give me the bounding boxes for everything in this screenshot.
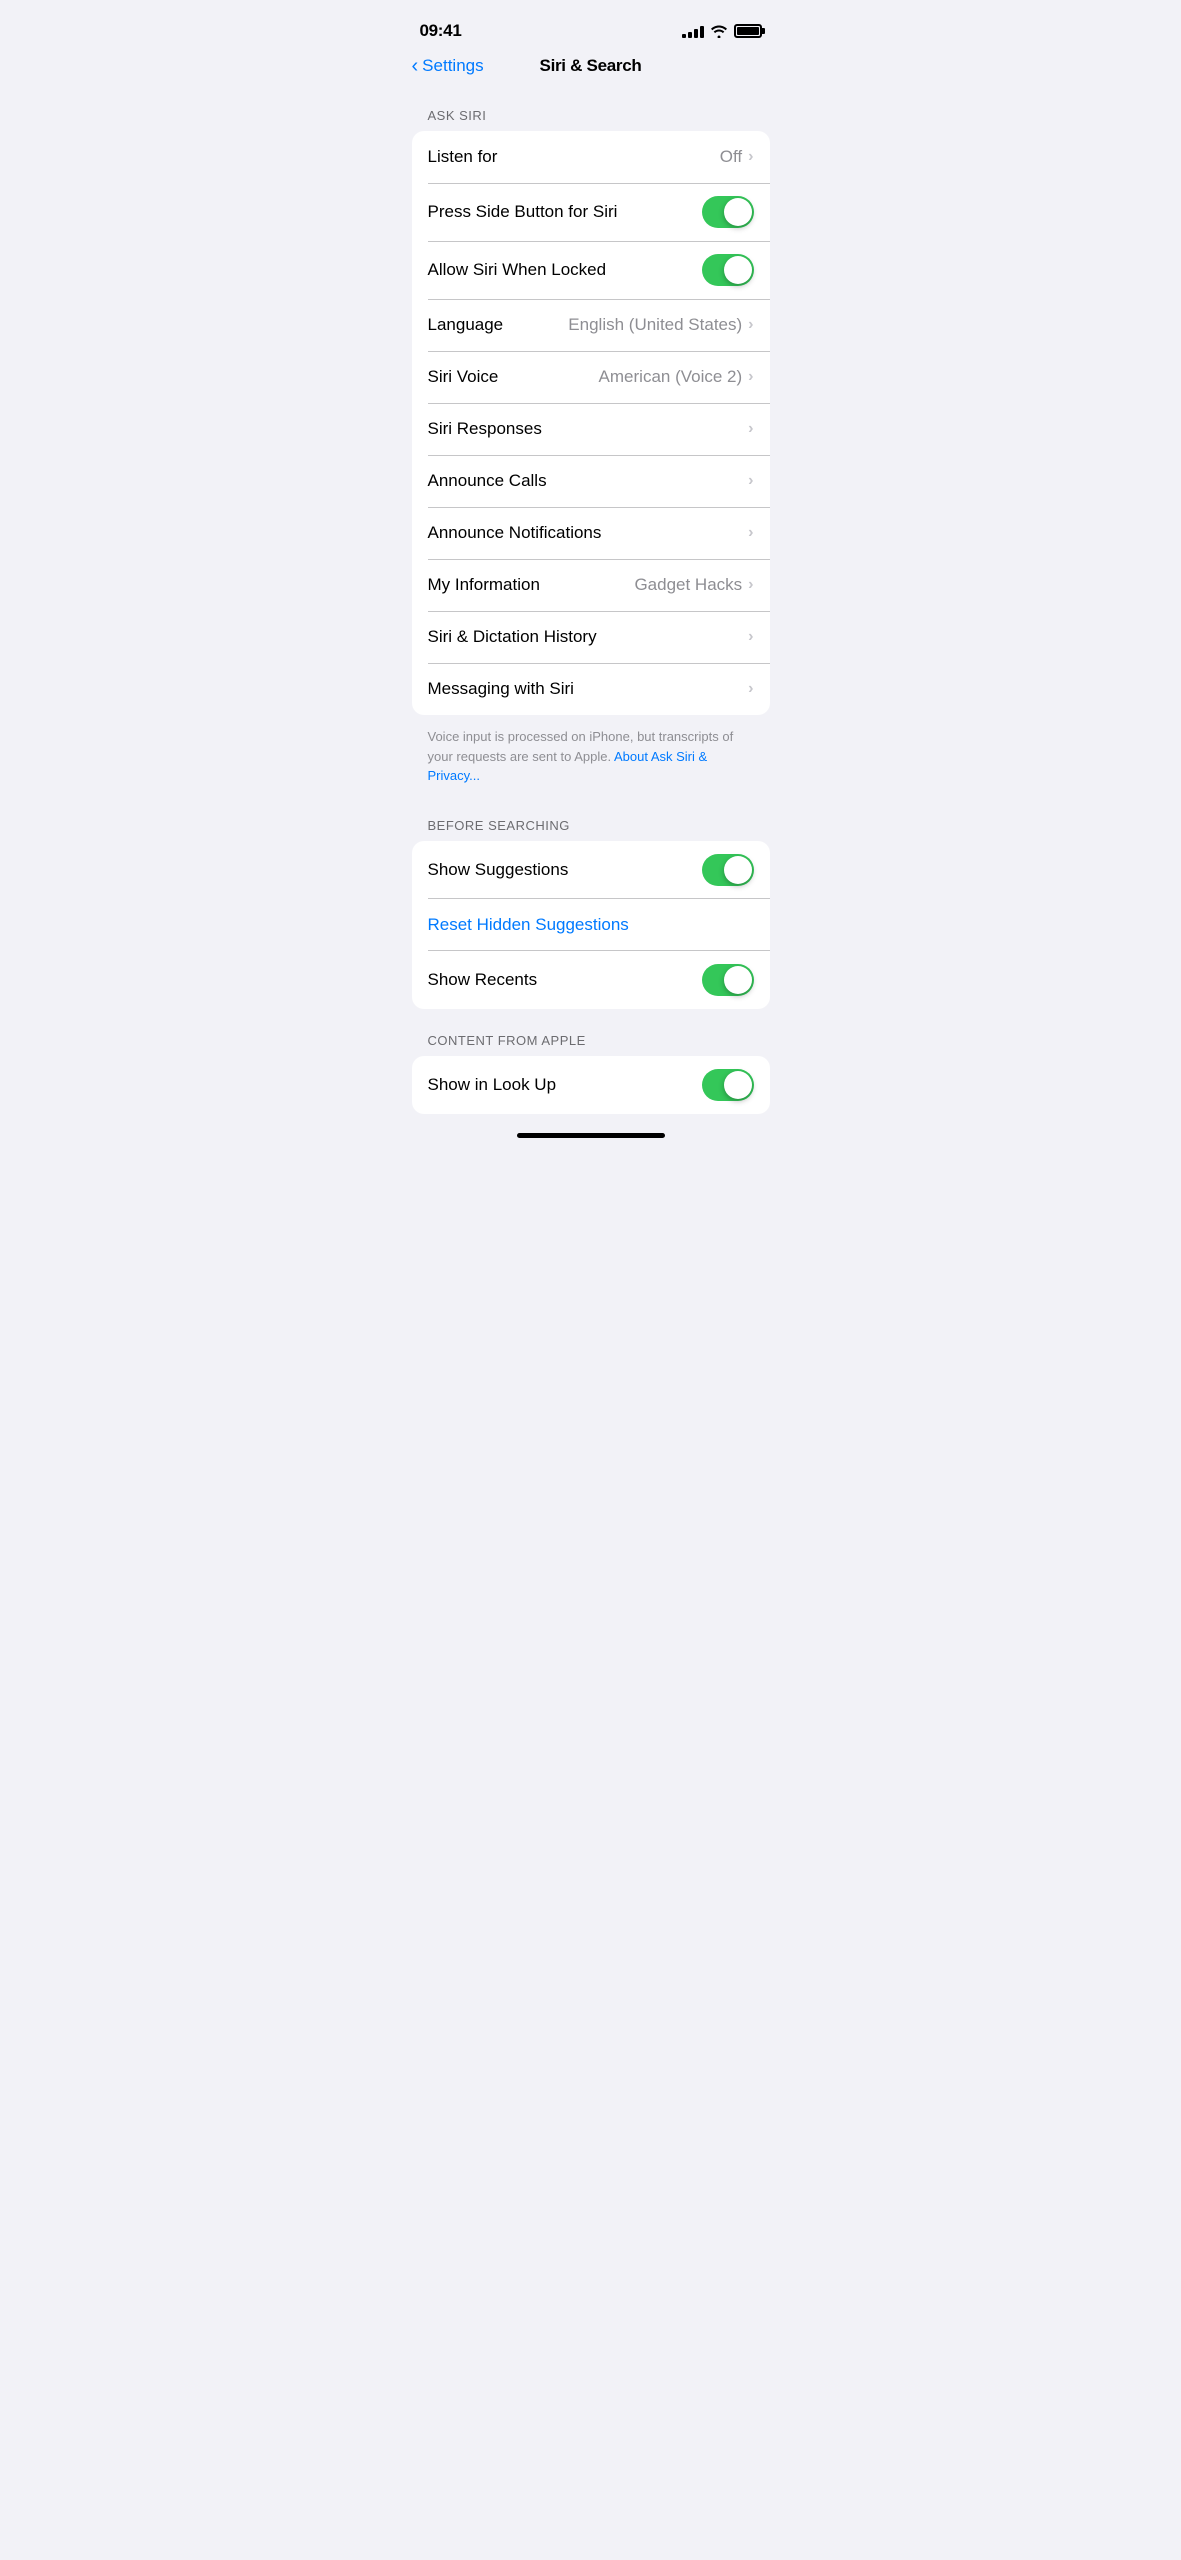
- listen-for-label: Listen for: [428, 147, 498, 167]
- messaging-with-siri-chevron-icon: ›: [748, 680, 753, 698]
- announce-calls-label: Announce Calls: [428, 471, 547, 491]
- siri-voice-chevron-icon: ›: [748, 368, 753, 386]
- before-searching-section-label: BEFORE SEARCHING: [396, 818, 786, 841]
- language-value: English (United States): [568, 315, 742, 335]
- show-suggestions-row[interactable]: Show Suggestions: [412, 841, 770, 899]
- my-information-label: My Information: [428, 575, 540, 595]
- page-title: Siri & Search: [540, 56, 642, 76]
- ask-siri-footer: Voice input is processed on iPhone, but …: [396, 715, 786, 802]
- show-recents-toggle[interactable]: [702, 964, 754, 996]
- siri-voice-row[interactable]: Siri Voice American (Voice 2) ›: [412, 351, 770, 403]
- show-in-look-up-label: Show in Look Up: [428, 1075, 557, 1095]
- language-right: English (United States) ›: [568, 315, 753, 335]
- siri-voice-value: American (Voice 2): [599, 367, 743, 387]
- signal-bars-icon: [682, 24, 704, 38]
- press-side-button-toggle[interactable]: [702, 196, 754, 228]
- status-bar: 09:41: [396, 0, 786, 48]
- announce-notifications-row[interactable]: Announce Notifications ›: [412, 507, 770, 559]
- reset-hidden-suggestions-link[interactable]: Reset Hidden Suggestions: [428, 915, 629, 935]
- press-side-button-label: Press Side Button for Siri: [428, 202, 618, 222]
- announce-calls-chevron-icon: ›: [748, 472, 753, 490]
- back-button[interactable]: ‹ Settings: [412, 56, 484, 76]
- messaging-with-siri-right: ›: [748, 680, 753, 698]
- language-chevron-icon: ›: [748, 316, 753, 334]
- show-in-look-up-row[interactable]: Show in Look Up: [412, 1056, 770, 1114]
- allow-siri-locked-toggle[interactable]: [702, 254, 754, 286]
- battery-icon: [734, 24, 762, 38]
- my-information-row[interactable]: My Information Gadget Hacks ›: [412, 559, 770, 611]
- announce-calls-row[interactable]: Announce Calls ›: [412, 455, 770, 507]
- siri-dictation-history-row[interactable]: Siri & Dictation History ›: [412, 611, 770, 663]
- toggle-thumb: [724, 856, 752, 884]
- my-information-value: Gadget Hacks: [634, 575, 742, 595]
- siri-responses-row[interactable]: Siri Responses ›: [412, 403, 770, 455]
- listen-for-chevron-icon: ›: [748, 148, 753, 166]
- language-label: Language: [428, 315, 504, 335]
- announce-calls-right: ›: [748, 472, 753, 490]
- home-indicator: [517, 1133, 665, 1138]
- content-from-apple-card: Show in Look Up: [412, 1056, 770, 1114]
- listen-for-value: Off: [720, 147, 742, 167]
- siri-dictation-history-chevron-icon: ›: [748, 628, 753, 646]
- toggle-thumb: [724, 256, 752, 284]
- back-button-label: Settings: [422, 56, 483, 76]
- announce-notifications-label: Announce Notifications: [428, 523, 602, 543]
- wifi-icon: [710, 24, 728, 38]
- toggle-thumb: [724, 966, 752, 994]
- allow-siri-locked-label: Allow Siri When Locked: [428, 260, 607, 280]
- toggle-thumb: [724, 1071, 752, 1099]
- my-information-chevron-icon: ›: [748, 576, 753, 594]
- show-recents-row[interactable]: Show Recents: [412, 951, 770, 1009]
- siri-voice-right: American (Voice 2) ›: [599, 367, 754, 387]
- siri-voice-label: Siri Voice: [428, 367, 499, 387]
- show-suggestions-label: Show Suggestions: [428, 860, 569, 880]
- nav-header: ‹ Settings Siri & Search: [396, 48, 786, 92]
- siri-dictation-history-right: ›: [748, 628, 753, 646]
- allow-siri-locked-row[interactable]: Allow Siri When Locked: [412, 241, 770, 299]
- ask-siri-card: Listen for Off › Press Side Button for S…: [412, 131, 770, 715]
- status-icons: [682, 24, 762, 38]
- siri-responses-right: ›: [748, 420, 753, 438]
- siri-responses-label: Siri Responses: [428, 419, 542, 439]
- messaging-with-siri-label: Messaging with Siri: [428, 679, 574, 699]
- show-in-look-up-toggle[interactable]: [702, 1069, 754, 1101]
- press-side-button-row[interactable]: Press Side Button for Siri: [412, 183, 770, 241]
- show-suggestions-toggle[interactable]: [702, 854, 754, 886]
- language-row[interactable]: Language English (United States) ›: [412, 299, 770, 351]
- status-time: 09:41: [420, 21, 462, 41]
- reset-hidden-suggestions-row[interactable]: Reset Hidden Suggestions: [412, 899, 770, 951]
- ask-siri-section-label: ASK SIRI: [396, 108, 786, 131]
- toggle-thumb: [724, 198, 752, 226]
- announce-notifications-chevron-icon: ›: [748, 524, 753, 542]
- siri-responses-chevron-icon: ›: [748, 420, 753, 438]
- back-chevron-icon: ‹: [412, 56, 419, 76]
- content-from-apple-section-label: CONTENT FROM APPLE: [396, 1033, 786, 1056]
- listen-for-row[interactable]: Listen for Off ›: [412, 131, 770, 183]
- announce-notifications-right: ›: [748, 524, 753, 542]
- messaging-with-siri-row[interactable]: Messaging with Siri ›: [412, 663, 770, 715]
- before-searching-card: Show Suggestions Reset Hidden Suggestion…: [412, 841, 770, 1009]
- listen-for-right: Off ›: [720, 147, 754, 167]
- show-recents-label: Show Recents: [428, 970, 538, 990]
- siri-dictation-history-label: Siri & Dictation History: [428, 627, 597, 647]
- my-information-right: Gadget Hacks ›: [634, 575, 753, 595]
